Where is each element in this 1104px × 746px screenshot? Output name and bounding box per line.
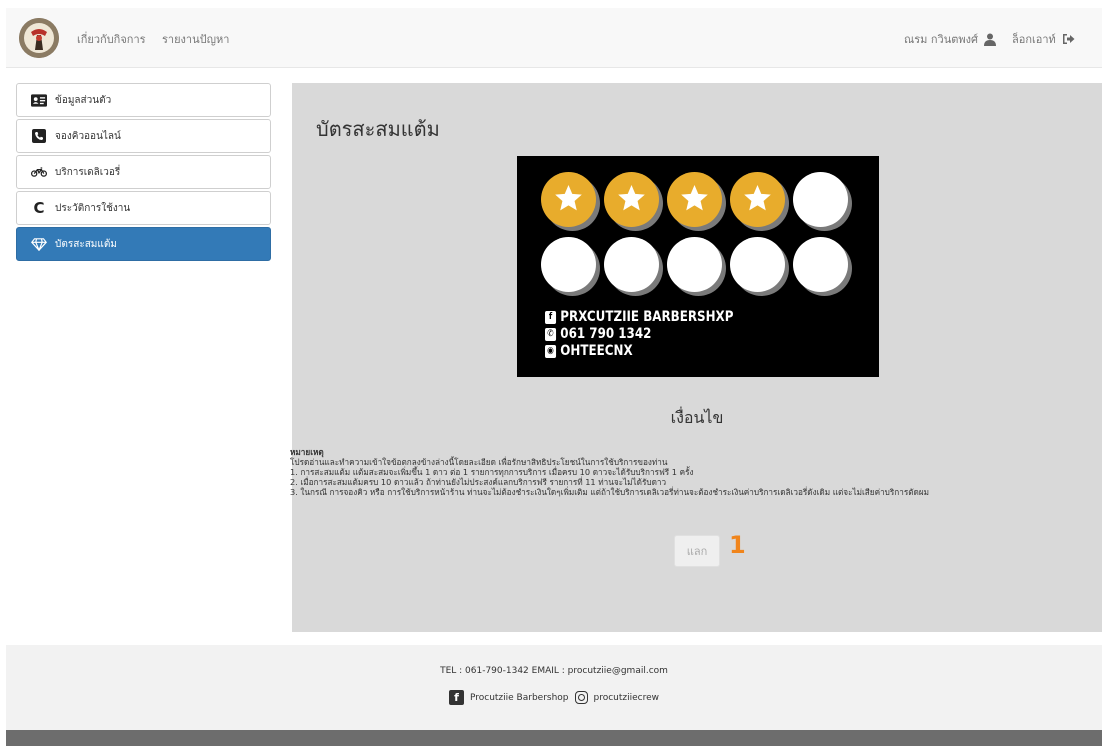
loyalty-panel: บัตรสะสมแต้ม f PRXCUTZIIE BARBERSHXP ✆ 061… [290,83,1102,632]
shop-logo[interactable] [19,18,59,58]
card-contact-info: f PRXCUTZIIE BARBERSHXP ✆ 061 790 1342 ◉ OH… [545,309,733,360]
stamp-slot [541,172,596,227]
loyalty-card: f PRXCUTZIIE BARBERSHXP ✆ 061 790 1342 ◉ OH… [517,156,879,377]
instagram-icon [574,691,588,704]
logout-link[interactable]: ล็อกเอาท์ [1012,30,1075,48]
star-icon [555,184,582,211]
sidebar-item-history[interactable]: C ประวัติการใช้งาน [16,191,271,225]
footer: TEL : 061-790-1342 EMAIL : procutziie@gm… [6,645,1102,730]
star-icon [744,184,771,211]
stamp-slot [604,172,659,227]
motorcycle-icon [31,165,47,179]
facebook-icon: f [545,311,557,324]
phone-icon [31,129,47,143]
notes-item: 3. ในกรณี การจองคิว หรือ การใช้บริการหน้… [290,487,930,497]
user-menu[interactable]: ณรม กวินตพงศ์ [904,30,996,48]
stamp-slot [793,237,848,292]
stamp-slot [730,172,785,227]
sidebar-item-label: ข้อมูลส่วนตัว [55,94,112,106]
top-navbar: เกี่ยวกับกิจการ รายงานปัญหา ณรม กวินตพงศ… [6,8,1102,68]
stamp-slot [667,172,722,227]
line-icon: ◉ [545,345,557,358]
notes-item: 1. การสะสมแต้ม แต้มสะสมจะเพิ่มขึ้น 1 ดาว… [290,467,694,477]
stamp-grid [541,172,848,302]
nav-about-link[interactable]: เกี่ยวกับกิจการ [77,30,146,48]
card-facebook: PRXCUTZIIE BARBERSHXP [560,309,734,325]
redeem-button[interactable]: แลก [674,535,720,567]
id-card-icon [31,93,47,107]
star-icon [681,184,708,211]
sidebar-item-loyalty[interactable]: บัตรสะสมแต้ม [16,227,271,261]
footer-facebook-link[interactable]: Procutziie Barbershop [470,693,569,703]
history-icon: C [33,199,45,217]
card-phone: 061 790 1342 [560,326,652,342]
notes-intro: โปรดอ่านและทำความเข้าใจข้อตกลงข้างล่างนี… [290,457,668,467]
logout-label: ล็อกเอาท์ [1012,33,1056,46]
footer-instagram-link[interactable]: procutziiecrew [594,693,660,703]
sidebar-item-label: บริการเดลิเวอรี่ [55,166,121,178]
stamp-slot [793,172,848,227]
diamond-icon [31,237,47,251]
conditions-title: เงื่อนไข [670,408,724,427]
sidebar-item-profile[interactable]: ข้อมูลส่วนตัว [16,83,271,117]
sidebar-item-booking[interactable]: จองคิวออนไลน์ [16,119,271,153]
sidebar-item-label: ประวัติการใช้งาน [55,202,131,214]
stamp-slot [604,237,659,292]
card-line: OHTEECNX [560,343,633,359]
phone-icon: ✆ [545,328,557,341]
redeem-count: 1 [729,531,746,559]
sidebar-item-label: บัตรสะสมแต้ม [55,238,117,250]
sign-out-icon [1062,34,1075,44]
star-icon [618,184,645,211]
page-title: บัตรสะสมแต้ม [316,117,440,141]
footer-contact: TEL : 061-790-1342 EMAIL : procutziie@gm… [440,666,668,676]
bottom-bar [6,730,1102,746]
stamp-slot [667,237,722,292]
stamp-slot [541,237,596,292]
facebook-icon: f [448,690,464,705]
user-icon [983,33,996,46]
notes-item: 2. เมื่อการสะสมแต้มครบ 10 ดาวแล้ว ถ้าท่า… [290,477,667,487]
sidebar: ข้อมูลส่วนตัว จองคิวออนไลน์ บริการเดลิเว… [16,83,271,263]
notes-heading: หมายเหตุ [290,447,324,457]
sidebar-item-delivery[interactable]: บริการเดลิเวอรี่ [16,155,271,189]
nav-report-link[interactable]: รายงานปัญหา [162,30,229,48]
sidebar-item-label: จองคิวออนไลน์ [55,130,121,142]
stamp-slot [730,237,785,292]
user-name: ณรม กวินตพงศ์ [904,33,978,46]
conditions-notes: หมายเหตุ โปรดอ่านและทำความเข้าใจข้อตกลงข… [290,447,929,497]
